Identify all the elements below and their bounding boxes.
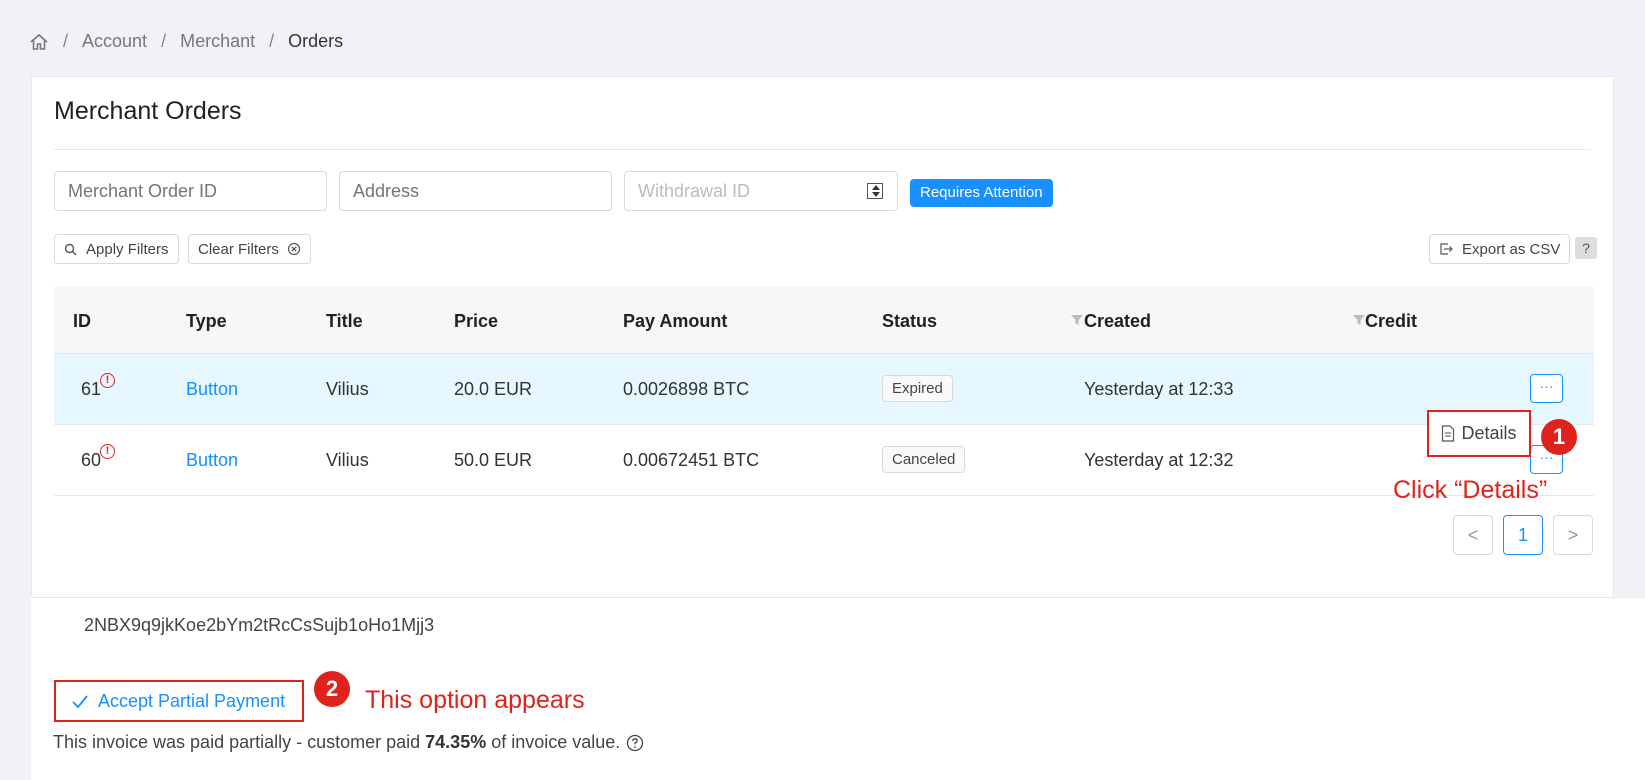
requires-attention-button[interactable]: Requires Attention xyxy=(910,179,1053,207)
page-title: Merchant Orders xyxy=(54,97,242,125)
partial-payment-prefix: This invoice was paid partially - custom… xyxy=(53,732,421,752)
column-header-pay-amount: Pay Amount xyxy=(623,311,728,331)
apply-filters-button[interactable]: Apply Filters xyxy=(54,234,179,264)
step-2-annotation: This option appears xyxy=(365,686,585,714)
details-label: Details xyxy=(1461,423,1517,443)
attention-icon: ! xyxy=(100,444,115,459)
order-id: 60 xyxy=(81,450,102,470)
order-title: Vilius xyxy=(326,450,369,470)
order-id: 61 xyxy=(81,379,102,399)
help-button[interactable]: ? xyxy=(1575,237,1597,259)
accept-partial-payment-label: Accept Partial Payment xyxy=(98,690,286,711)
column-header-title: Title xyxy=(326,311,363,331)
apply-filters-label: Apply Filters xyxy=(86,240,169,258)
partial-payment-suffix: of invoice value. xyxy=(491,732,621,752)
table-row[interactable]: 61 ! Button Vilius 20.0 EUR 0.0026898 BT… xyxy=(54,354,1594,425)
column-header-credit: Credit xyxy=(1365,311,1418,331)
table-row[interactable]: 60 ! Button Vilius 50.0 EUR 0.00672451 B… xyxy=(54,425,1594,496)
address-input[interactable] xyxy=(339,171,612,211)
breadcrumb-separator: / xyxy=(269,31,275,51)
breadcrumb-separator: / xyxy=(63,31,69,51)
more-actions-button[interactable]: ··· xyxy=(1530,374,1563,403)
breadcrumb-separator: / xyxy=(161,31,167,51)
order-created: Yesterday at 12:33 xyxy=(1084,379,1234,399)
column-header-type: Type xyxy=(186,311,227,331)
search-icon xyxy=(64,243,77,255)
export-csv-button[interactable]: Export as CSV xyxy=(1429,234,1571,264)
status-badge: Expired xyxy=(882,375,953,402)
checkmark-icon xyxy=(72,694,88,708)
order-type-link[interactable]: Button xyxy=(186,450,238,471)
partial-payment-info: This invoice was paid partially - custom… xyxy=(53,732,644,753)
order-type-link[interactable]: Button xyxy=(186,379,238,400)
step-1-badge: 1 xyxy=(1541,419,1577,455)
clear-filters-label: Clear Filters xyxy=(198,240,279,258)
order-price: 20.0 EUR xyxy=(454,379,533,399)
export-icon xyxy=(1440,243,1453,255)
created-filter-icon[interactable] xyxy=(1352,313,1366,327)
breadcrumb: / Account / Merchant / Orders xyxy=(29,31,343,52)
orders-card: Merchant Orders Withdrawal ID Requires A… xyxy=(31,76,1614,598)
column-header-price: Price xyxy=(454,311,499,331)
partial-payment-percent: 74.35% xyxy=(425,732,487,752)
pagination-next-button[interactable]: > xyxy=(1553,515,1593,555)
withdrawal-id-placeholder: Withdrawal ID xyxy=(638,181,751,201)
order-price: 50.0 EUR xyxy=(454,450,533,470)
merchant-order-id-input[interactable] xyxy=(54,171,327,211)
divider xyxy=(54,149,1591,150)
step-1-annotation: Click “Details” xyxy=(1393,476,1548,504)
breadcrumb-orders: Orders xyxy=(288,31,344,51)
status-filter-icon[interactable] xyxy=(1070,313,1084,327)
pagination-prev-button[interactable]: < xyxy=(1453,515,1493,555)
breadcrumb-merchant[interactable]: Merchant xyxy=(180,31,255,52)
withdrawal-id-input[interactable]: Withdrawal ID xyxy=(624,171,898,211)
column-header-created: Created xyxy=(1084,311,1152,331)
export-csv-label: Export as CSV xyxy=(1462,240,1561,258)
column-header-id: ID xyxy=(73,311,91,331)
clear-filters-button[interactable]: Clear Filters xyxy=(188,234,311,264)
order-pay-amount: 0.0026898 BTC xyxy=(623,379,750,399)
payment-address: 2NBX9q9jkKoe2bYm2tRcCsSujb1oHo1Mjj3 xyxy=(84,615,435,635)
home-icon[interactable] xyxy=(29,32,49,52)
accept-partial-payment-button[interactable]: Accept Partial Payment xyxy=(54,680,304,722)
step-2-badge: 2 xyxy=(314,671,350,707)
breadcrumb-account[interactable]: Account xyxy=(82,31,147,52)
table-header: ID Type Title Price Pay Amount Status Cr… xyxy=(54,287,1594,354)
column-header-status: Status xyxy=(882,311,938,331)
close-circle-icon xyxy=(287,242,300,256)
order-pay-amount: 0.00672451 BTC xyxy=(623,450,760,470)
order-title: Vilius xyxy=(326,379,369,399)
order-created: Yesterday at 12:32 xyxy=(1084,450,1234,470)
attention-icon: ! xyxy=(100,373,115,388)
question-circle-icon[interactable] xyxy=(626,734,644,752)
file-icon xyxy=(1442,425,1455,442)
details-menu-item[interactable]: Details xyxy=(1427,410,1531,457)
status-badge: Canceled xyxy=(882,446,966,473)
orders-table: ID Type Title Price Pay Amount Status Cr… xyxy=(54,287,1594,496)
number-stepper-icon[interactable] xyxy=(867,183,883,199)
pagination-page-1[interactable]: 1 xyxy=(1503,515,1543,555)
